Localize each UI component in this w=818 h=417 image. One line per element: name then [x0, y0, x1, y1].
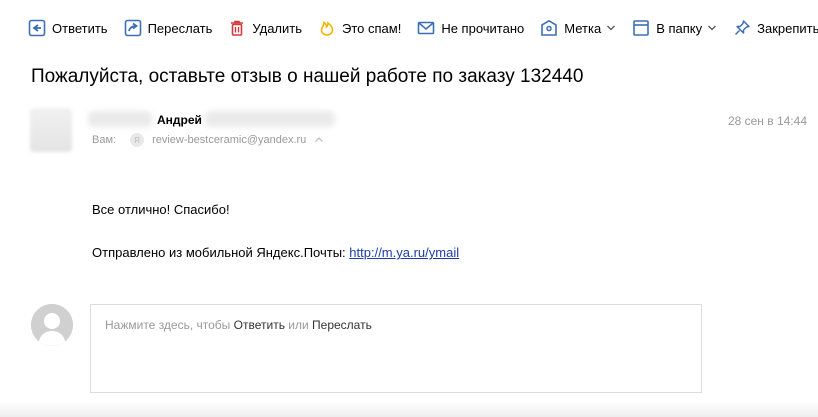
tag-icon	[540, 19, 558, 37]
folder-icon	[632, 19, 650, 37]
chevron-down-icon	[707, 23, 717, 33]
chevron-up-icon[interactable]	[314, 135, 324, 145]
delete-button[interactable]: Удалить	[228, 16, 302, 40]
user-silhouette-icon	[31, 304, 73, 346]
spam-button[interactable]: Это спам!	[318, 16, 401, 40]
reply-prompt-text: Нажмите здесь, чтобы	[105, 318, 234, 332]
sender-name[interactable]: Андрей	[157, 113, 202, 127]
forward-icon	[124, 19, 142, 37]
sender-avatar	[30, 108, 72, 152]
pin-icon	[733, 19, 751, 37]
message-signature: Отправлено из мобильной Яндекс.Почты: ht…	[92, 245, 459, 260]
message-toolbar: Ответить Переслать Удалить Это спам! Не …	[0, 0, 818, 56]
message-subject: Пожалуйста, оставьте отзыв о нашей работ…	[31, 66, 584, 87]
reply-button[interactable]: Ответить	[28, 16, 108, 40]
redacted-sender-address	[205, 111, 335, 127]
flame-icon	[318, 19, 336, 37]
recipient-email[interactable]: review-bestceramic@yandex.ru	[152, 134, 306, 146]
redacted-sender-first-name	[88, 111, 152, 127]
forward-label: Переслать	[147, 20, 213, 36]
spam-label: Это спам!	[342, 20, 402, 36]
to-label: Вам:	[92, 134, 117, 146]
mark-unread-button[interactable]: Не прочитано	[417, 16, 524, 40]
signature-text: Отправлено из мобильной Яндекс.Почты:	[92, 245, 350, 260]
move-to-folder-button[interactable]: В папку	[632, 16, 717, 40]
quick-reply-box[interactable]: Нажмите здесь, чтобы Ответить или Пересл…	[90, 304, 702, 393]
tag-label: Метка	[564, 20, 602, 36]
message-body-text: Все отлично! Спасибо!	[92, 202, 230, 217]
recipient-avatar: R	[130, 133, 145, 147]
ymail-link[interactable]: http://m.ya.ru/ymail	[349, 245, 459, 260]
bottom-fade	[0, 401, 818, 417]
pin-label: Закрепить	[757, 20, 818, 36]
envelope-icon	[417, 19, 435, 37]
reply-or-text: или	[284, 318, 313, 332]
chevron-down-icon	[606, 23, 616, 33]
unread-label: Не прочитано	[441, 20, 525, 36]
quick-forward-link[interactable]: Переслать	[312, 318, 372, 332]
tag-button[interactable]: Метка	[540, 16, 616, 40]
message-date: 28 сен в 14:44	[727, 114, 807, 128]
recipient-row: Вам: R review-bestceramic@yandex.ru	[92, 133, 324, 147]
delete-label: Удалить	[252, 20, 303, 36]
reply-label: Ответить	[52, 20, 108, 36]
forward-button[interactable]: Переслать	[124, 16, 213, 40]
pin-button[interactable]: Закрепить	[733, 16, 818, 40]
reply-icon	[28, 19, 46, 37]
trash-icon	[228, 19, 246, 37]
user-avatar	[31, 304, 73, 346]
quick-reply-link[interactable]: Ответить	[234, 318, 285, 332]
folder-label: В папку	[656, 20, 703, 36]
